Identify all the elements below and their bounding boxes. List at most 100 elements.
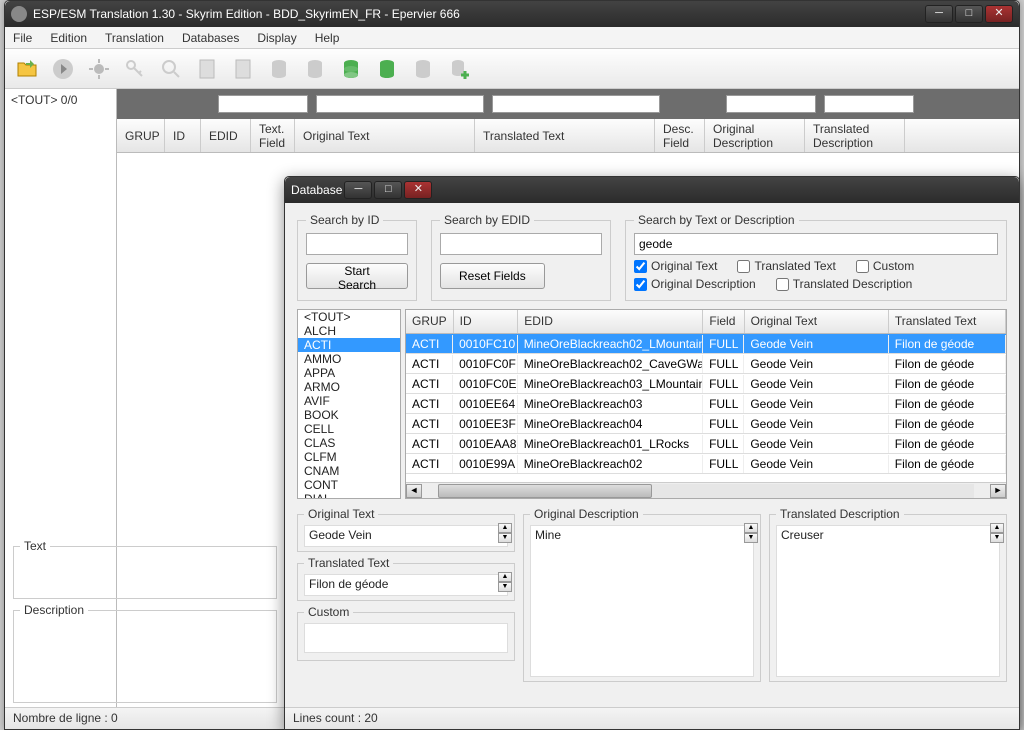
search-by-text-input[interactable] [634, 233, 998, 255]
filter-4[interactable] [726, 95, 816, 113]
db-titlebar[interactable]: Database ─ □ ✕ [285, 177, 1019, 203]
spin-up-icon[interactable]: ▲ [744, 523, 758, 533]
grup-item[interactable]: ACTI [298, 338, 400, 352]
detail-original-text-value[interactable]: Geode Vein [304, 525, 508, 547]
col-origdesc[interactable]: Original Description [705, 119, 805, 152]
table-row[interactable]: ACTI0010EE3FMineOreBlackreach04FULLGeode… [406, 414, 1006, 434]
search-by-id-input[interactable] [306, 233, 408, 255]
db-minimize-button[interactable]: ─ [344, 181, 372, 199]
chk-original-desc[interactable]: Original Description [634, 277, 756, 291]
grup-item[interactable]: ARMO [298, 380, 400, 394]
col-grup[interactable]: GRUP [117, 119, 165, 152]
scroll-right-icon[interactable]: ► [990, 484, 1006, 498]
grup-item[interactable]: BOOK [298, 408, 400, 422]
filter-5[interactable] [824, 95, 914, 113]
table-row[interactable]: ACTI0010FC0EMineOreBlackreach03_LMountai… [406, 374, 1006, 394]
chk-original-text[interactable]: Original Text [634, 259, 717, 273]
spin-down-icon[interactable]: ▼ [744, 533, 758, 543]
table-row[interactable]: ACTI0010FC0FMineOreBlackreach02_CaveGWal… [406, 354, 1006, 374]
col-edid[interactable]: EDID [201, 119, 251, 152]
detail-original-desc-value[interactable]: Mine [530, 525, 754, 677]
doc2-icon[interactable] [227, 53, 259, 85]
menu-display[interactable]: Display [257, 31, 296, 45]
col-transdesc[interactable]: Translated Description [805, 119, 905, 152]
search-by-edid-input[interactable] [440, 233, 602, 255]
hdr-originaltext[interactable]: Original Text [745, 310, 889, 333]
results-body[interactable]: ACTI0010FC10MineOreBlackreach02_LMountai… [406, 334, 1006, 482]
spin-down-icon[interactable]: ▼ [498, 582, 512, 592]
col-translatedtext[interactable]: Translated Text [475, 119, 655, 152]
hdr-id[interactable]: ID [454, 310, 519, 333]
db-green1-icon[interactable] [335, 53, 367, 85]
gear-icon[interactable] [83, 53, 115, 85]
db-add-icon[interactable] [443, 53, 475, 85]
close-button[interactable]: ✕ [985, 5, 1013, 23]
menu-help[interactable]: Help [315, 31, 340, 45]
menu-translation[interactable]: Translation [105, 31, 164, 45]
spin-down-icon[interactable]: ▼ [498, 533, 512, 543]
col-originaltext[interactable]: Original Text [295, 119, 475, 152]
filter-2[interactable] [316, 95, 484, 113]
grup-item[interactable]: AVIF [298, 394, 400, 408]
table-row[interactable]: ACTI0010FC10MineOreBlackreach02_LMountai… [406, 334, 1006, 354]
db-maximize-button[interactable]: □ [374, 181, 402, 199]
doc1-icon[interactable] [191, 53, 223, 85]
detail-custom-value[interactable] [304, 623, 508, 653]
menu-file[interactable]: File [13, 31, 32, 45]
key-icon[interactable] [119, 53, 151, 85]
chk-translated-text[interactable]: Translated Text [737, 259, 835, 273]
grup-item[interactable]: CELL [298, 422, 400, 436]
spin-up-icon[interactable]: ▲ [990, 523, 1004, 533]
database-window: Database ─ □ ✕ Search by ID Start Search… [284, 176, 1020, 730]
search-icon[interactable] [155, 53, 187, 85]
db1-icon[interactable] [263, 53, 295, 85]
grup-listbox[interactable]: <TOUT>ALCHACTIAMMOAPPAARMOAVIFBOOKCELLCL… [297, 309, 401, 499]
table-row[interactable]: ACTI0010EE64MineOreBlackreach03FULLGeode… [406, 394, 1006, 414]
hdr-grup[interactable]: GRUP [406, 310, 454, 333]
main-titlebar[interactable]: ESP/ESM Translation 1.30 - Skyrim Editio… [5, 1, 1019, 27]
grup-item[interactable]: ALCH [298, 324, 400, 338]
start-search-button[interactable]: Start Search [306, 263, 408, 289]
table-row[interactable]: ACTI0010E99AMineOreBlackreach02FULLGeode… [406, 454, 1006, 474]
chk-translated-desc[interactable]: Translated Description [776, 277, 913, 291]
detail-translated-desc-value[interactable]: Creuser [776, 525, 1000, 677]
filter-1[interactable] [218, 95, 308, 113]
spin-up-icon[interactable]: ▲ [498, 523, 512, 533]
search-by-id-fieldset: Search by ID Start Search [297, 213, 417, 301]
grup-item[interactable]: CLAS [298, 436, 400, 450]
maximize-button[interactable]: □ [955, 5, 983, 23]
grup-item[interactable]: AMMO [298, 352, 400, 366]
minimize-button[interactable]: ─ [925, 5, 953, 23]
reset-fields-button[interactable]: Reset Fields [440, 263, 545, 289]
grup-item[interactable]: DIAL [298, 492, 400, 499]
db2-icon[interactable] [299, 53, 331, 85]
filter-3[interactable] [492, 95, 660, 113]
db-close-button[interactable]: ✕ [404, 181, 432, 199]
db3-icon[interactable] [407, 53, 439, 85]
col-textfield[interactable]: Text. Field [251, 119, 295, 152]
horizontal-scrollbar[interactable]: ◄ ► [406, 482, 1006, 498]
grup-item[interactable]: CNAM [298, 464, 400, 478]
scroll-left-icon[interactable]: ◄ [406, 484, 422, 498]
spin-up-icon[interactable]: ▲ [498, 572, 512, 582]
spin-down-icon[interactable]: ▼ [990, 533, 1004, 543]
grup-item[interactable]: APPA [298, 366, 400, 380]
grup-item[interactable]: CLFM [298, 450, 400, 464]
hdr-edid[interactable]: EDID [518, 310, 703, 333]
chk-custom[interactable]: Custom [856, 259, 914, 273]
grup-item[interactable]: <TOUT> [298, 310, 400, 324]
col-id[interactable]: ID [165, 119, 201, 152]
db-green2-icon[interactable] [371, 53, 403, 85]
open-icon[interactable] [11, 53, 43, 85]
hdr-field[interactable]: Field [703, 310, 744, 333]
forward-icon[interactable] [47, 53, 79, 85]
grup-item[interactable]: CONT [298, 478, 400, 492]
menu-databases[interactable]: Databases [182, 31, 239, 45]
col-descfield[interactable]: Desc. Field [655, 119, 705, 152]
scroll-thumb[interactable] [438, 484, 652, 498]
menu-edition[interactable]: Edition [50, 31, 87, 45]
hdr-translatedtext[interactable]: Translated Text [889, 310, 1006, 333]
table-row[interactable]: ACTI0010EAA8MineOreBlackreach01_LRocksFU… [406, 434, 1006, 454]
detail-translated-text-value[interactable]: Filon de géode [304, 574, 508, 596]
text-legend: Text [20, 539, 50, 553]
